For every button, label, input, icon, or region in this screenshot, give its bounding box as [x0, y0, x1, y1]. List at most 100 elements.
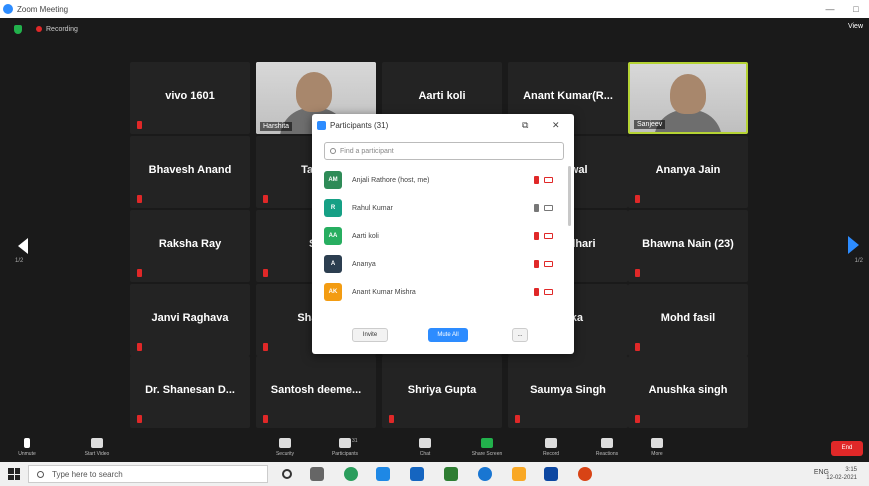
start-video-button[interactable]: Start Video — [74, 438, 120, 457]
microphone-icon[interactable] — [534, 232, 539, 240]
microphone-muted-icon — [24, 438, 30, 448]
minimize-button[interactable]: — — [817, 0, 843, 18]
meeting-toolbar: Unmute Start Video Security Participants… — [0, 436, 869, 462]
avatar: R — [324, 199, 342, 217]
participants-title: Participants (31) — [330, 120, 389, 130]
participant-list-item[interactable]: R Rahul Kumar — [324, 194, 564, 222]
unmute-button[interactable]: Unmute — [4, 438, 50, 457]
chat-button[interactable]: Chat — [402, 438, 448, 457]
task-view-icon[interactable] — [310, 467, 324, 481]
invite-button[interactable]: Invite — [352, 328, 388, 342]
video-camera-icon — [91, 438, 103, 448]
popout-icon[interactable]: ⧉ — [522, 120, 528, 131]
participant-tile[interactable]: Anushka singh — [628, 356, 748, 428]
more-button[interactable]: More — [634, 438, 680, 457]
participant-name: vivo 1601 — [165, 90, 215, 102]
previous-page-icon[interactable] — [18, 238, 28, 254]
participant-tile[interactable]: Sanjeev — [628, 62, 748, 134]
participant-name: Mohd fasil — [660, 312, 716, 324]
view-button[interactable]: View — [848, 23, 863, 30]
record-button[interactable]: Record — [528, 438, 574, 457]
zoom-app-icon — [3, 4, 13, 14]
window-title: Zoom Meeting — [17, 4, 69, 14]
record-icon — [545, 438, 557, 448]
microphone-muted-icon — [137, 195, 142, 203]
more-options-button[interactable]: ... — [512, 328, 528, 342]
search-icon — [37, 470, 44, 478]
participant-list-item[interactable]: A Ananya — [324, 250, 564, 278]
participant-tile[interactable]: Bhavesh Anand — [130, 136, 250, 208]
file-explorer-icon[interactable] — [512, 467, 526, 481]
meeting-topbar: Recording View — [0, 18, 869, 40]
participant-list-scrollbar[interactable] — [568, 166, 571, 226]
participant-name: Anant Kumar(R... — [523, 90, 613, 102]
participant-tile[interactable]: Shriya Gupta — [382, 356, 502, 428]
participant-tile[interactable]: Santosh deeme... — [256, 356, 376, 428]
participant-tile[interactable]: Janvi Raghava — [130, 284, 250, 356]
microphone-icon[interactable] — [534, 204, 539, 212]
microphone-muted-icon — [635, 343, 640, 351]
page-indicator-right: 1/2 — [854, 258, 863, 264]
video-camera-icon[interactable] — [544, 261, 553, 267]
video-camera-icon[interactable] — [544, 177, 553, 183]
microphone-icon[interactable] — [534, 288, 539, 296]
participant-tile[interactable]: Dr. Shanesan D... — [130, 356, 250, 428]
microphone-icon[interactable] — [534, 260, 539, 268]
microphone-muted-icon — [263, 269, 268, 277]
taskbar-search-input[interactable]: Type here to search — [28, 465, 268, 483]
microphone-muted-icon — [263, 195, 268, 203]
participant-tile[interactable]: Mohd fasil — [628, 284, 748, 356]
participants-icon — [339, 438, 351, 448]
participant-list-item[interactable]: AM Anjali Rathore (host, me) — [324, 166, 564, 194]
mail-icon[interactable] — [410, 467, 424, 481]
close-icon[interactable]: ✕ — [552, 120, 560, 131]
cortana-icon[interactable] — [282, 469, 292, 479]
video-camera-icon[interactable] — [544, 205, 553, 211]
word-icon[interactable] — [544, 467, 558, 481]
participant-tile[interactable]: vivo 1601 — [130, 62, 250, 134]
microphone-icon[interactable] — [534, 176, 539, 184]
participant-tile[interactable]: Ananya Jain — [628, 136, 748, 208]
mute-all-button[interactable]: Mute All — [428, 328, 468, 342]
maximize-button[interactable]: □ — [843, 0, 869, 18]
participants-panel-footer: Invite Mute All ... — [312, 318, 574, 354]
excel-icon[interactable] — [444, 467, 458, 481]
shield-icon[interactable] — [14, 24, 22, 34]
participant-list-item[interactable]: AK Anant Kumar Mishra — [324, 278, 564, 306]
participant-video-face — [296, 72, 332, 112]
participant-name: Dr. Shanesan D... — [145, 384, 235, 396]
edge-icon[interactable] — [376, 467, 390, 481]
participant-search-input[interactable]: Find a participant — [324, 142, 564, 160]
chrome-icon[interactable] — [344, 467, 358, 481]
participant-list-item[interactable]: AA Aarti koli — [324, 222, 564, 250]
participant-video-face — [670, 74, 706, 114]
next-page-icon[interactable] — [848, 236, 859, 254]
microphone-muted-icon — [137, 415, 142, 423]
zoom-taskbar-icon[interactable] — [478, 467, 492, 481]
participant-list-name: Anjali Rathore (host, me) — [352, 176, 430, 184]
participant-tile[interactable]: Bhawna Nain (23) — [628, 210, 748, 282]
share-screen-icon — [481, 438, 493, 448]
recording-dot-icon — [36, 26, 42, 32]
reactions-button[interactable]: Reactions — [584, 438, 630, 457]
participants-panel: Participants (31) ⧉ ✕ Find a participant… — [312, 114, 574, 354]
window-controls: — □ — [817, 0, 869, 18]
participants-count: 31 — [352, 438, 358, 444]
recording-label[interactable]: Recording — [46, 26, 78, 33]
taskbar-clock[interactable]: 3:15 12-02-2021 — [826, 466, 857, 482]
participants-button-label: Participants — [331, 451, 359, 457]
end-meeting-button[interactable]: End — [831, 441, 863, 456]
video-camera-icon[interactable] — [544, 289, 553, 295]
windows-start-icon[interactable] — [8, 468, 20, 480]
security-button[interactable]: Security — [262, 438, 308, 457]
participants-button[interactable]: Participants — [322, 438, 368, 457]
windows-taskbar: Type here to search ENG 3:15 12-02-2021 — [0, 462, 869, 486]
microphone-muted-icon — [635, 415, 640, 423]
avatar: AA — [324, 227, 342, 245]
participant-tile[interactable]: Saumya Singh — [508, 356, 628, 428]
video-camera-icon[interactable] — [544, 233, 553, 239]
participant-tile[interactable]: Raksha Ray — [130, 210, 250, 282]
app-icon[interactable] — [578, 467, 592, 481]
microphone-muted-icon — [515, 415, 520, 423]
share-screen-button[interactable]: Share Screen — [464, 438, 510, 457]
